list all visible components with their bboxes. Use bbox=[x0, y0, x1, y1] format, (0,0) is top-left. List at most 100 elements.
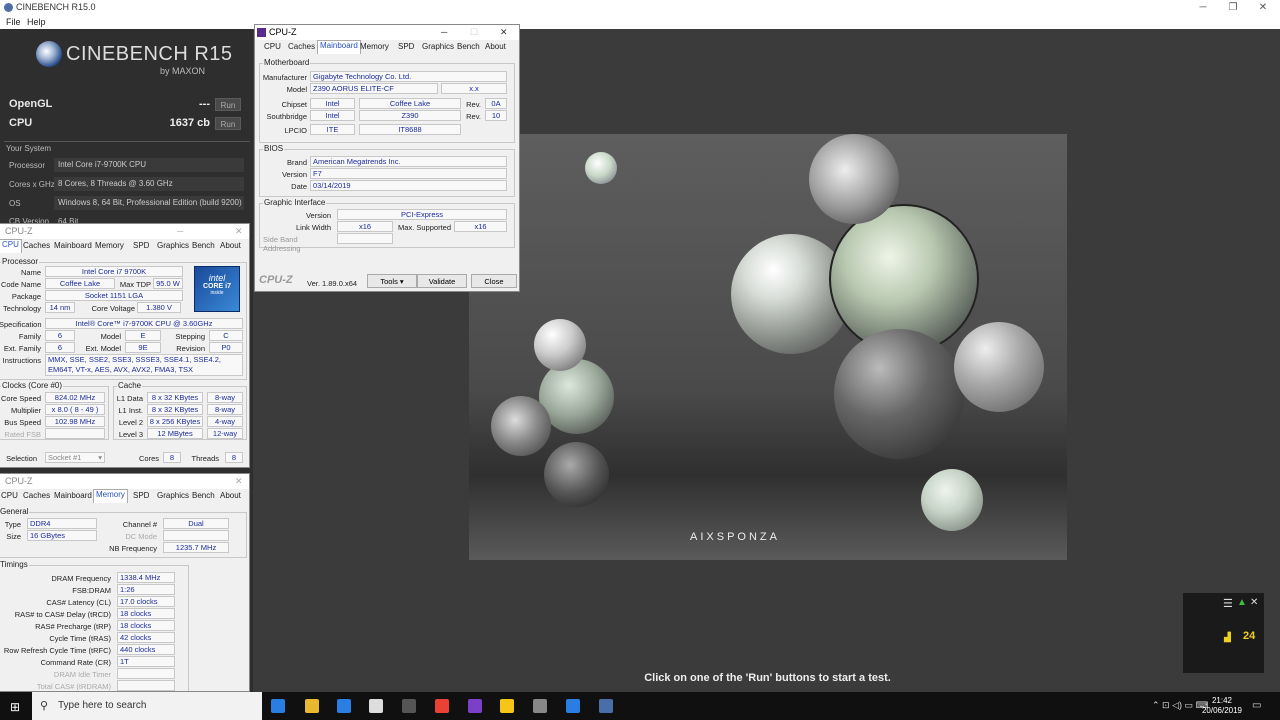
mem-tab-cpu[interactable]: CPU bbox=[0, 491, 20, 500]
taskbar-clock[interactable]: 21:42 20/06/2019 bbox=[1200, 696, 1244, 716]
cpu-tab-memory[interactable]: Memory bbox=[93, 241, 126, 250]
sys-cores-label: Cores x GHz bbox=[9, 180, 55, 189]
tab-about[interactable]: About bbox=[483, 42, 508, 51]
mem-tab-memory[interactable]: Memory bbox=[93, 489, 128, 503]
model-value: Z390 AORUS ELITE-CF bbox=[310, 83, 438, 94]
tab-mainboard[interactable]: Mainboard bbox=[317, 40, 361, 54]
intel-badge-brand: intel bbox=[208, 273, 226, 283]
opengl-run-button[interactable]: Run bbox=[215, 98, 241, 111]
l3-label: Level 3 bbox=[118, 430, 143, 439]
widget-close-icon[interactable]: ✕ bbox=[1250, 597, 1258, 608]
l3-way: 12-way bbox=[207, 428, 243, 439]
cpu-tab-bench[interactable]: Bench bbox=[190, 241, 217, 250]
store-icon[interactable] bbox=[369, 699, 383, 713]
cpu-tab-graphics[interactable]: Graphics bbox=[155, 241, 191, 250]
cpu-tab-caches[interactable]: Caches bbox=[21, 241, 52, 250]
sphere-left-ornate bbox=[491, 396, 551, 456]
close-dialog-button[interactable]: Close bbox=[471, 274, 517, 288]
menubar: File Help bbox=[0, 15, 1280, 29]
restore-button[interactable]: ❐ bbox=[1218, 0, 1248, 15]
timing-value: 18 clocks bbox=[117, 608, 175, 619]
sys-processor-label: Processor bbox=[9, 161, 46, 170]
mem-tab-graphics[interactable]: Graphics bbox=[155, 491, 191, 500]
calculator-icon[interactable] bbox=[566, 699, 580, 713]
sphere-right-white bbox=[954, 322, 1044, 412]
gi-version-label: Version bbox=[305, 211, 331, 220]
cpuz-taskbar-icon[interactable] bbox=[500, 699, 514, 713]
cpuz-cpu-titlebar: CPU-Z ─ ✕ bbox=[0, 224, 249, 239]
tools-button[interactable]: Tools ▾ bbox=[367, 274, 417, 288]
timing-label: Cycle Time (tRAS) bbox=[49, 634, 111, 643]
specification-label: Specification bbox=[0, 320, 42, 329]
cpu-tab-about[interactable]: About bbox=[218, 241, 243, 250]
start-windows-icon[interactable]: ⊞ bbox=[10, 700, 20, 714]
clock-time: 21:42 bbox=[1211, 696, 1233, 705]
tab-cpu[interactable]: CPU bbox=[262, 42, 283, 51]
motherboard-group-label: Motherboard bbox=[263, 58, 311, 67]
cores-value: 8 bbox=[163, 452, 181, 463]
validate-button[interactable]: Validate bbox=[417, 274, 467, 288]
dc-mode-value bbox=[163, 530, 229, 541]
bus-speed-value: 102.98 MHz bbox=[45, 416, 105, 427]
cpu-tab-mainboard[interactable]: Mainboard bbox=[52, 241, 94, 250]
bios-group-label: BIOS bbox=[263, 144, 285, 153]
tab-graphics[interactable]: Graphics bbox=[420, 42, 456, 51]
cpu-run-button[interactable]: Run bbox=[215, 117, 241, 130]
model-label: Model bbox=[286, 85, 307, 94]
selection-dropdown[interactable]: Socket #1 ▾ bbox=[45, 452, 105, 463]
file-explorer-icon[interactable] bbox=[337, 699, 351, 713]
mail-icon[interactable] bbox=[402, 699, 416, 713]
max-tdp-value: 95.0 W bbox=[153, 278, 183, 289]
bios-version-label: Version bbox=[281, 170, 307, 179]
tab-caches[interactable]: Caches bbox=[286, 42, 317, 51]
cpuz-cpu-minimize-button[interactable]: ─ bbox=[177, 224, 183, 239]
mem-tab-bench[interactable]: Bench bbox=[190, 491, 217, 500]
notifications-icon[interactable]: ▭ bbox=[1252, 700, 1261, 711]
rated-fsb-value bbox=[45, 428, 105, 439]
widget-gauge-icon: ▟ bbox=[1224, 632, 1231, 642]
sphere-small-top bbox=[585, 152, 617, 184]
tab-memory[interactable]: Memory bbox=[358, 42, 391, 51]
cpuz-memory-close-button[interactable]: ✕ bbox=[235, 474, 243, 489]
stepping-label: Stepping bbox=[175, 332, 205, 341]
close-button[interactable]: ✕ bbox=[1248, 0, 1278, 15]
cpu-tab-cpu[interactable]: CPU bbox=[0, 239, 22, 253]
chrome-icon[interactable] bbox=[468, 699, 482, 713]
widget-menu-icon[interactable]: ☰ bbox=[1223, 597, 1233, 610]
cpu-tab-spd[interactable]: SPD bbox=[131, 241, 151, 250]
technology-label: Technology bbox=[3, 304, 41, 313]
core-speed-value: 824.02 MHz bbox=[45, 392, 105, 403]
search-icon: ⚲ bbox=[40, 700, 49, 712]
timing-value: 440 clocks bbox=[117, 644, 175, 655]
mem-tab-caches[interactable]: Caches bbox=[21, 491, 52, 500]
general-group-label: General bbox=[0, 507, 30, 516]
chipset-rev-label: Rev. bbox=[466, 100, 481, 109]
mem-tab-spd[interactable]: SPD bbox=[131, 491, 151, 500]
l2-way: 4-way bbox=[207, 416, 243, 427]
mem-tab-mainboard[interactable]: Mainboard bbox=[52, 491, 94, 500]
menu-file[interactable]: File bbox=[6, 15, 21, 29]
widget-up-icon[interactable]: ▲ bbox=[1237, 597, 1247, 608]
bios-brand-label: Brand bbox=[286, 158, 307, 167]
intel-badge-line: CORE i7 bbox=[202, 283, 231, 290]
photos-icon[interactable] bbox=[435, 699, 449, 713]
chipset-label: Chipset bbox=[281, 100, 307, 109]
task-view-icon[interactable] bbox=[271, 699, 285, 713]
chipset-rev-value: 0A bbox=[485, 98, 507, 109]
family-label: Family bbox=[18, 332, 41, 341]
minimize-button[interactable]: ─ bbox=[1188, 0, 1218, 15]
cpuz-minimize-button[interactable]: ─ bbox=[441, 25, 447, 40]
menu-help[interactable]: Help bbox=[27, 15, 46, 29]
tool-icon[interactable] bbox=[533, 699, 547, 713]
cpuz-icon bbox=[257, 28, 266, 37]
mem-tab-about[interactable]: About bbox=[218, 491, 243, 500]
cpuz-cpu-close-button[interactable]: ✕ bbox=[235, 224, 243, 239]
tab-bench[interactable]: Bench bbox=[455, 42, 482, 51]
cinebench-taskbar-icon[interactable] bbox=[599, 699, 613, 713]
cpuz-close-button[interactable]: ✕ bbox=[500, 25, 508, 40]
edge-icon[interactable] bbox=[305, 699, 319, 713]
cpuz-title: CPU-Z bbox=[269, 27, 297, 37]
gi-version-value: PCI-Express bbox=[337, 209, 507, 220]
taskbar-search-box[interactable]: Type here to search bbox=[32, 692, 262, 720]
tab-spd[interactable]: SPD bbox=[396, 42, 416, 51]
